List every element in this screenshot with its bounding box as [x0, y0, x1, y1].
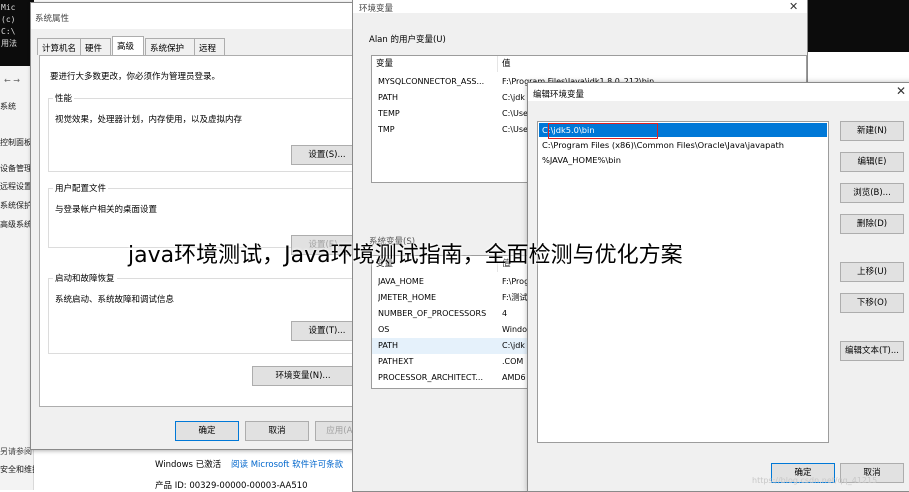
cp-link-device-manager[interactable]: 设备管理: [0, 163, 34, 174]
column-header-variable[interactable]: 变量: [372, 56, 498, 72]
admin-note: 要进行大多数更改，你必须作为管理员登录。: [50, 72, 221, 82]
cp-link-system-protection[interactable]: 系统保护: [0, 200, 34, 211]
control-panel-nav-arrow-icon[interactable]: ← →: [4, 76, 20, 85]
console-window-right: [808, 0, 909, 52]
new-button[interactable]: 新建(N): [840, 121, 904, 141]
performance-group: 性能 视觉效果，处理器计划，内存使用，以及虚拟内存 设置(S)...: [48, 92, 363, 172]
close-icon[interactable]: ✕: [896, 84, 906, 98]
startup-recovery-group: 启动和故障恢复 系统启动、系统故障和调试信息 设置(T)...: [48, 272, 363, 354]
path-entry[interactable]: C:\Program Files (x86)\Common Files\Orac…: [542, 138, 784, 152]
highlight-box: [548, 123, 658, 139]
control-panel-sidebar: [0, 0, 34, 490]
article-title-overlay: java环境测试，Java环境测试指南，全面检测与优化方案: [128, 243, 683, 268]
tab-advanced[interactable]: 高级: [112, 36, 144, 55]
tab-computer-name[interactable]: 计算机名: [37, 38, 81, 55]
activation-status: Windows 已激活: [155, 460, 222, 470]
watermark: https://blog.csdn.net/qq_41215: [752, 476, 878, 485]
tab-hardware[interactable]: 硬件: [80, 38, 111, 55]
license-link[interactable]: 阅读 Microsoft 软件许可条款: [231, 458, 343, 470]
system-properties-dialog: 系统属性 计算机名 硬件 高级 系统保护 远程 要进行大多数更改，你必须作为管理…: [30, 2, 368, 450]
ok-button[interactable]: 确定: [175, 421, 239, 441]
path-entry[interactable]: %JAVA_HOME%\bin: [542, 153, 621, 167]
user-variables-label: Alan 的用户变量(U): [369, 35, 446, 45]
move-up-button[interactable]: 上移(U): [840, 262, 904, 282]
edit-environment-variable-dialog: 编辑环境变量 ✕ C:\jdk5.0\bin C:\Program Files …: [527, 82, 909, 492]
browse-button[interactable]: 浏览(B)...: [840, 183, 904, 203]
console-line: C:\: [1, 27, 16, 36]
delete-button[interactable]: 删除(D): [840, 214, 904, 234]
cp-link-advanced[interactable]: 高级系统: [0, 219, 34, 230]
user-profiles-desc: 与登录帐户相关的桌面设置: [55, 205, 158, 215]
dialog-title: 环境变量: [359, 4, 394, 14]
console-window: Mic (c) C:\ 用法: [0, 0, 34, 66]
dialog-title: 编辑环境变量: [533, 90, 585, 100]
performance-desc: 视觉效果，处理器计划，内存使用，以及虚拟内存: [55, 115, 243, 125]
close-icon[interactable]: ✕: [789, 0, 798, 13]
dialog-title: 系统属性: [35, 14, 70, 24]
cancel-button[interactable]: 取消: [245, 421, 309, 441]
column-header-value[interactable]: 值: [498, 56, 806, 72]
cp-see-also: 另请参阅: [0, 447, 32, 456]
advanced-panel: 要进行大多数更改，你必须作为管理员登录。 性能 视觉效果，处理器计划，内存使用，…: [39, 55, 363, 407]
cp-link-control-panel[interactable]: 控制面板: [0, 137, 34, 148]
environment-variables-button[interactable]: 环境变量(N)...: [252, 366, 354, 386]
cp-link-system: 系统: [0, 102, 16, 111]
performance-label: 性能: [53, 92, 75, 104]
console-line: 用法: [1, 39, 17, 48]
console-line: (c): [1, 15, 16, 24]
product-id: 产品 ID: 00329-00000-00003-AA510: [155, 481, 308, 491]
cp-link-remote-settings[interactable]: 远程设置: [0, 181, 34, 192]
tab-remote[interactable]: 远程: [194, 38, 225, 55]
path-entries-list: C:\jdk5.0\bin C:\Program Files (x86)\Com…: [537, 121, 829, 443]
titlebar[interactable]: [353, 0, 807, 13]
edit-text-button[interactable]: 编辑文本(T)...: [840, 341, 904, 361]
startup-recovery-label: 启动和故障恢复: [53, 272, 117, 284]
edit-button[interactable]: 编辑(E): [840, 152, 904, 172]
move-down-button[interactable]: 下移(O): [840, 293, 904, 313]
startup-recovery-desc: 系统启动、系统故障和调试信息: [55, 295, 175, 305]
titlebar[interactable]: [528, 83, 909, 101]
console-line: Mic: [1, 3, 16, 12]
cp-link-security[interactable]: 安全和维护: [0, 464, 34, 475]
titlebar[interactable]: [31, 3, 367, 29]
tab-system-protection[interactable]: 系统保护: [145, 38, 195, 55]
user-profiles-label: 用户配置文件: [53, 182, 109, 194]
